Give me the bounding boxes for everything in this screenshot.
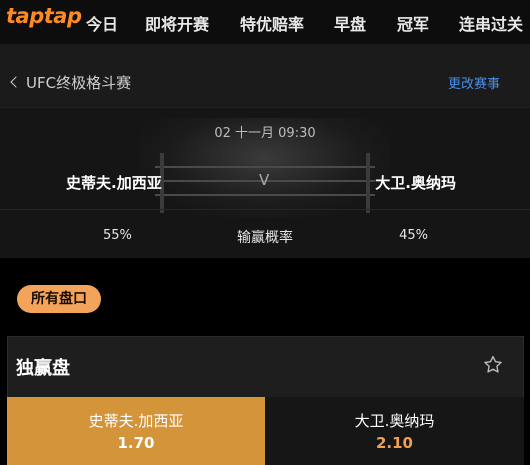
nav-item-early[interactable]: 早盘 <box>334 11 366 35</box>
nav-item-upcoming[interactable]: 即将开赛 <box>145 11 209 35</box>
option-odds: 2.10 <box>375 434 413 452</box>
star-favorite-icon[interactable] <box>482 354 504 376</box>
bet-option-team-a[interactable]: 史蒂夫.加西亚 1.70 <box>7 397 265 465</box>
back-button[interactable]: UFC终极格斗赛 <box>10 72 132 93</box>
nav-item-best-odds[interactable]: 特优赔率 <box>240 11 304 35</box>
taptap-logo[interactable]: taptap <box>6 4 82 28</box>
nav-item-outright[interactable]: 冠军 <box>397 11 429 35</box>
win-probability-label: 输赢概率 <box>237 230 293 246</box>
change-event-link[interactable]: 更改赛事 <box>448 73 500 92</box>
event-title: UFC终极格斗赛 <box>26 74 132 92</box>
option-name: 史蒂夫.加西亚 <box>88 412 184 430</box>
vs-label: V <box>259 171 270 189</box>
nav-item-today[interactable]: 今日 <box>86 11 118 35</box>
team-b-probability: 45% <box>399 228 428 243</box>
team-b-name: 大卫.奥纳玛 <box>375 174 456 192</box>
option-name: 大卫.奥纳玛 <box>354 412 435 430</box>
market-title: 独赢盘 <box>16 358 70 379</box>
nav-item-parlay[interactable]: 连串过关 <box>459 11 523 35</box>
divider <box>0 209 530 210</box>
team-a-name: 史蒂夫.加西亚 <box>66 174 162 192</box>
option-odds: 1.70 <box>117 434 155 452</box>
bet-option-team-b[interactable]: 大卫.奥纳玛 2.10 <box>265 397 524 465</box>
match-datetime: 02 十一月 09:30 <box>214 126 316 141</box>
chevron-left-icon <box>10 76 22 88</box>
top-nav-bar: taptap 今日 即将开赛 特优赔率 早盘 冠军 连串过关 <box>0 0 530 44</box>
tab-all-markets[interactable]: 所有盘口 <box>17 285 101 313</box>
